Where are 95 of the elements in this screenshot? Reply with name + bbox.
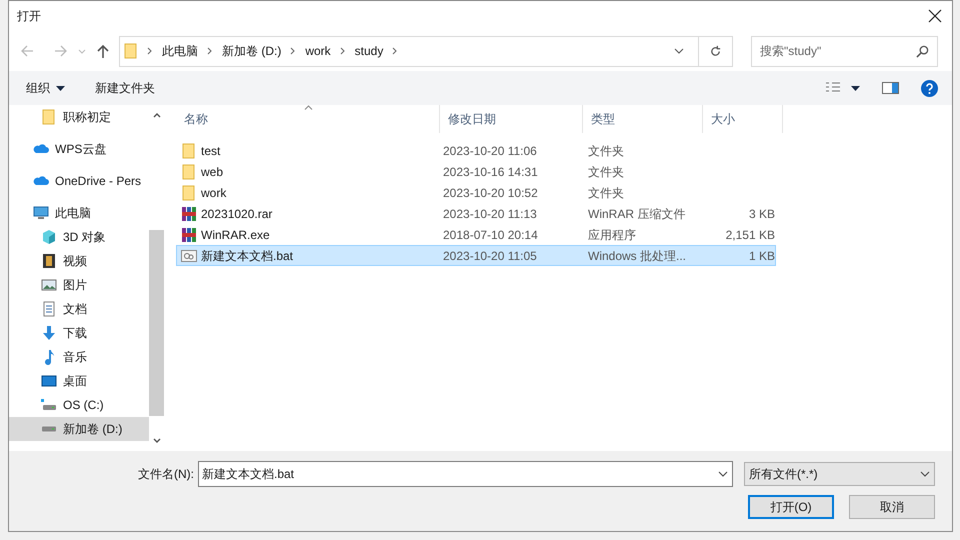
folder-icon xyxy=(181,142,197,158)
date-cell-text: 2018-07-10 20:14 xyxy=(442,226,539,244)
filename-field[interactable]: 新建文本文档.bat xyxy=(198,461,733,487)
breadcrumb[interactable]: 此电脑 xyxy=(162,42,198,60)
file-type-dropdown[interactable]: 所有文件(*.*) xyxy=(744,462,935,486)
nav-item[interactable]: 文档 xyxy=(9,297,149,321)
scrollbar-thumb[interactable] xyxy=(149,230,164,416)
image-icon xyxy=(41,277,57,293)
help-icon[interactable] xyxy=(921,80,938,96)
search-field[interactable]: 搜索"study" xyxy=(751,36,938,66)
open-button[interactable]: 打开(O) xyxy=(748,495,834,519)
nav-item[interactable]: 此电脑 xyxy=(9,201,149,225)
type-cell-text: 文件夹 xyxy=(587,142,625,160)
breadcrumb[interactable]: work xyxy=(305,42,331,60)
chevron-down-icon[interactable] xyxy=(674,46,684,56)
date-cell-text: 2023-10-20 11:05 xyxy=(442,248,538,264)
window-title: 打开 xyxy=(17,8,41,25)
nav-item[interactable]: 下载 xyxy=(9,321,149,345)
column-header[interactable]: 修改日期 xyxy=(440,105,583,133)
caret-icon[interactable] xyxy=(851,86,860,90)
address-bar[interactable]: 此电脑 新加卷 (D:) work study xyxy=(119,36,733,66)
monitor-icon xyxy=(33,205,49,221)
date-cell-text: 2023-10-20 11:06 xyxy=(442,142,538,160)
chevron-right-icon[interactable] xyxy=(289,47,298,55)
type-cell-text: 文件夹 xyxy=(587,184,625,202)
document-icon xyxy=(41,301,57,317)
chevron-down-icon[interactable] xyxy=(718,469,728,479)
file-name: 新建文本文档.bat xyxy=(201,248,294,264)
close-icon[interactable] xyxy=(928,9,942,23)
type-cell-text: 应用程序 xyxy=(587,226,637,244)
archive-books-icon xyxy=(181,206,197,222)
nav-item[interactable]: 图片 xyxy=(9,273,149,297)
chevron-right-icon[interactable] xyxy=(391,47,400,55)
folder-icon xyxy=(181,164,197,180)
refresh-icon xyxy=(709,44,722,58)
type-cell-text: WinRAR 压缩文件 xyxy=(587,206,686,222)
scroll-down-icon[interactable] xyxy=(152,438,160,444)
file-row[interactable]: 新建文本文档.bat 2023-10-20 11:05 Windows 批处理... 1 KB xyxy=(176,245,776,266)
type-cell-text: 文件夹 xyxy=(587,164,625,180)
file-row[interactable]: 20231020.rar 2023-10-20 11:13 WinRAR 压缩文件 3 KB xyxy=(176,203,776,224)
scroll-up-icon[interactable] xyxy=(152,112,160,118)
size-cell: 2,151 KB xyxy=(726,228,775,242)
drive-icon xyxy=(41,397,57,413)
preview-pane-icon[interactable] xyxy=(882,82,899,94)
file-name: test xyxy=(201,142,220,160)
archive-books-icon xyxy=(181,226,197,242)
date-cell-text: 2023-10-16 14:31 xyxy=(442,164,539,180)
folder-icon xyxy=(124,43,138,59)
folder-icon xyxy=(41,109,57,125)
file-name: WinRAR.exe xyxy=(201,226,270,244)
sort-up-icon xyxy=(304,105,313,110)
nav-item[interactable]: OneDrive - Pers xyxy=(9,169,149,193)
organize-button[interactable]: 组织 xyxy=(26,79,65,97)
nav-item[interactable]: 新加卷 (D:) xyxy=(9,417,149,441)
chevron-right-icon[interactable] xyxy=(338,47,347,55)
nav-item[interactable]: WPS云盘 xyxy=(9,137,149,161)
column-header[interactable]: 名称 xyxy=(176,105,440,133)
folder-icon xyxy=(181,184,197,200)
file-row[interactable]: web 2023-10-16 14:31 文件夹 xyxy=(176,161,776,182)
column-header[interactable]: 类型 xyxy=(583,105,703,133)
type-cell-text: Windows 批处理... xyxy=(587,248,688,264)
file-name: 20231020.rar xyxy=(201,206,272,222)
chevron-down-icon xyxy=(920,469,930,479)
cube-icon xyxy=(41,229,57,245)
nav-item[interactable]: 3D 对象 xyxy=(9,225,149,249)
file-name: web xyxy=(201,164,224,180)
desktop-icon xyxy=(41,373,57,389)
download-arrow-icon xyxy=(41,325,57,341)
date-cell-text: 2023-10-20 10:52 xyxy=(442,184,539,202)
nav-item[interactable]: 职称初定 xyxy=(9,105,149,129)
new-folder-button[interactable]: 新建文件夹 xyxy=(95,79,155,97)
file-row[interactable]: work 2023-10-20 10:52 文件夹 xyxy=(176,182,776,203)
nav-item[interactable]: 音乐 xyxy=(9,345,149,369)
cancel-button[interactable]: 取消 xyxy=(849,495,935,519)
chevron-right-icon[interactable] xyxy=(146,47,154,55)
column-header[interactable]: 大小 xyxy=(703,105,783,133)
filename-label: 文件名(N): xyxy=(138,466,194,483)
file-row[interactable]: WinRAR.exe 2018-07-10 20:14 应用程序 2,151 KB xyxy=(176,224,776,245)
nav-item[interactable]: 桌面 xyxy=(9,369,149,393)
chevron-right-icon[interactable] xyxy=(206,47,214,55)
nav-item[interactable]: 视频 xyxy=(9,249,149,273)
file-name: work xyxy=(201,184,226,202)
nav-item[interactable]: OS (C:) xyxy=(9,393,149,417)
caret-icon xyxy=(56,86,65,90)
search-icon xyxy=(916,44,929,58)
drive-icon xyxy=(41,426,57,432)
size-cell: 3 KB xyxy=(748,206,775,220)
size-cell: 1 KB xyxy=(748,248,775,262)
gear-window-icon xyxy=(181,248,197,264)
breadcrumb[interactable]: study xyxy=(354,42,384,60)
up-arrow-icon[interactable] xyxy=(95,43,111,59)
date-cell-text: 2023-10-20 11:13 xyxy=(442,206,538,222)
file-row[interactable]: test 2023-10-20 11:06 文件夹 xyxy=(176,140,776,161)
film-icon xyxy=(41,253,57,269)
breadcrumb[interactable]: 新加卷 (D:) xyxy=(222,42,282,60)
